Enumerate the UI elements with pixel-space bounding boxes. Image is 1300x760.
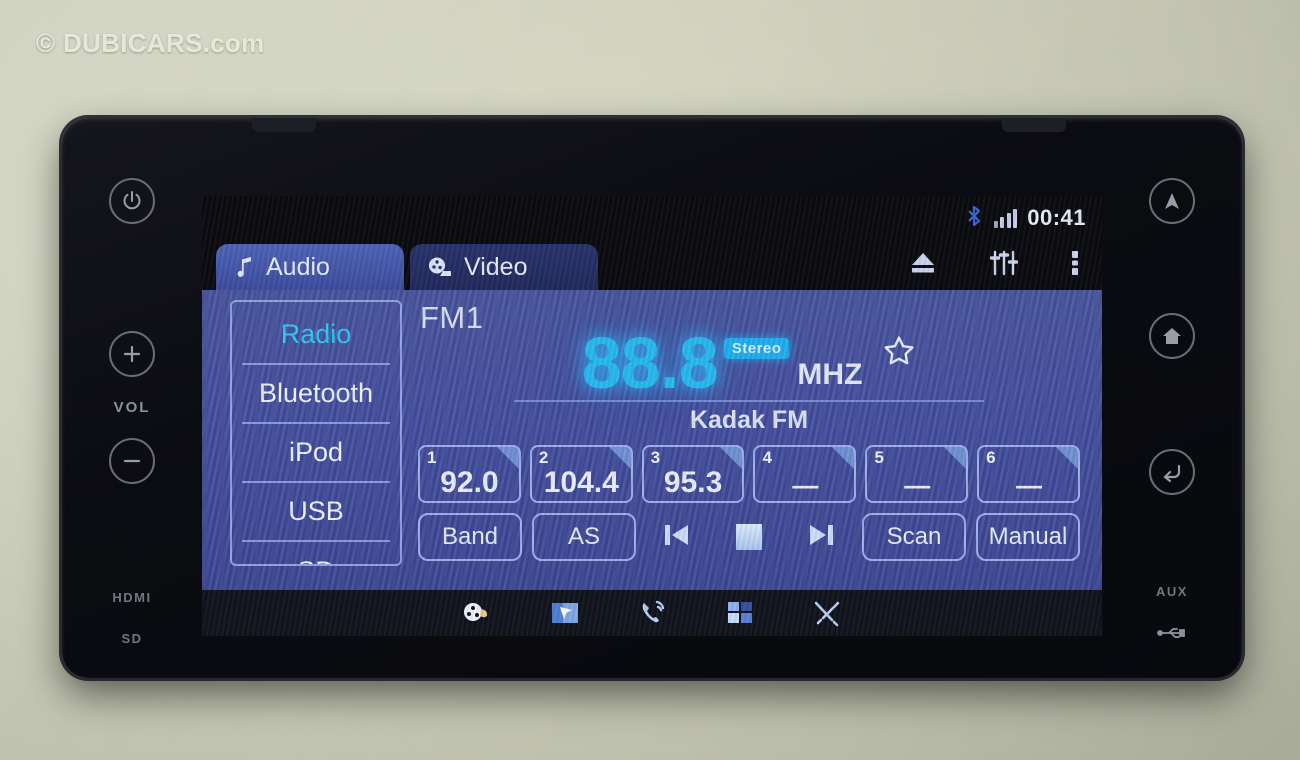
- stop-button[interactable]: [718, 524, 780, 551]
- bottom-dock: [202, 590, 1102, 636]
- equalizer-icon[interactable]: [989, 249, 1019, 282]
- source-item-radio[interactable]: Radio: [242, 306, 390, 365]
- source-item-ipod[interactable]: iPod: [242, 424, 390, 483]
- tab-video-label: Video: [464, 252, 528, 281]
- preset-button-2[interactable]: 2 104.4: [529, 445, 633, 504]
- star-outline-icon[interactable]: [882, 334, 916, 373]
- tab-video[interactable]: Video: [410, 244, 598, 290]
- frequency-display: 88.8 Stereo MHZ: [416, 324, 1082, 404]
- sd-slot-label: SD: [121, 631, 143, 646]
- source-list: Radio Bluetooth iPod USB SD: [230, 300, 402, 566]
- preset-row: 1 92.0 2 104.4 3 95.3 4 — 5 — 6 —: [416, 445, 1082, 504]
- home-button[interactable]: [1149, 313, 1195, 360]
- preset-corner-accent: [944, 447, 967, 470]
- phone-icon[interactable]: [638, 599, 668, 627]
- bluetooth-icon: [964, 204, 984, 233]
- stop-icon: [736, 524, 762, 551]
- more-options-icon[interactable]: [1070, 249, 1080, 282]
- preset-value: —: [1016, 470, 1042, 501]
- hdmi-port-label: HDMI: [112, 590, 152, 605]
- status-bar: 00:41: [202, 196, 1102, 240]
- film-reel-icon: [428, 256, 452, 278]
- preset-button-4[interactable]: 4 —: [753, 445, 857, 504]
- preset-value: 104.4: [543, 466, 619, 500]
- preset-button-5[interactable]: 5 —: [865, 445, 969, 504]
- preset-value: —: [792, 470, 818, 501]
- frequency-unit: MHZ: [797, 358, 863, 392]
- previous-track-button[interactable]: [646, 520, 708, 555]
- clock: 00:41: [1027, 205, 1086, 230]
- preset-number: 2: [538, 448, 549, 468]
- preset-number: 1: [427, 448, 437, 468]
- volume-label: VOL: [113, 398, 151, 416]
- station-name: Kadak FM: [689, 406, 809, 435]
- preset-number: 3: [650, 448, 661, 468]
- tuner-panel: FM1 88.8 Stereo MHZ Kadak FM 1 92.0 2 10…: [402, 290, 1102, 590]
- preset-number: 6: [986, 448, 996, 468]
- home-icon: [1160, 324, 1184, 348]
- eject-icon[interactable]: [908, 250, 938, 281]
- mount-notch-left: [252, 118, 316, 132]
- lcd-screen: 00:41 Audio Video Radio Bluetooth iPod U…: [202, 196, 1102, 636]
- main-stage: Radio Bluetooth iPod USB SD FM1 88.8 Ste…: [202, 290, 1102, 590]
- left-bezel: VOL HDMI SD: [62, 178, 202, 656]
- source-item-usb[interactable]: USB: [242, 483, 390, 542]
- top-action-group: [908, 249, 1102, 290]
- back-button[interactable]: [1149, 448, 1195, 495]
- source-item-bluetooth[interactable]: Bluetooth: [242, 365, 390, 424]
- mount-notch-right: [1002, 118, 1066, 132]
- preset-button-3[interactable]: 3 95.3: [641, 445, 745, 504]
- preset-number: 4: [762, 448, 772, 468]
- watermark: © DUBICARS.com: [36, 28, 265, 58]
- preset-button-1[interactable]: 1 92.0: [418, 445, 521, 504]
- music-note-icon: [234, 255, 254, 279]
- preset-corner-accent: [832, 447, 855, 470]
- transport-row: Band AS Scan Manual: [416, 513, 1082, 562]
- car-head-unit: VOL HDMI SD 00:41 Audio Video Radio Blue…: [62, 118, 1242, 678]
- tab-audio-label: Audio: [266, 252, 330, 281]
- previous-track-icon: [660, 520, 694, 555]
- preset-number: 5: [874, 448, 884, 468]
- media-icon[interactable]: [462, 600, 492, 626]
- preset-button-6[interactable]: 6 —: [977, 445, 1080, 504]
- next-track-button[interactable]: [790, 520, 852, 555]
- navigation-button[interactable]: [1149, 178, 1195, 224]
- preset-value: —: [904, 470, 930, 501]
- apps-grid-icon[interactable]: [726, 600, 754, 626]
- manual-button[interactable]: Manual: [976, 513, 1080, 562]
- preset-corner-accent: [720, 447, 743, 470]
- preset-value: 92.0: [440, 466, 499, 500]
- usb-icon: [1157, 625, 1187, 646]
- plus-icon: [120, 342, 144, 366]
- source-item-sd[interactable]: SD: [242, 542, 390, 564]
- station-name-row: Kadak FM: [514, 400, 984, 435]
- frequency-value: 88.8: [581, 324, 719, 404]
- scan-button[interactable]: Scan: [862, 513, 966, 562]
- tab-bar: Audio Video: [202, 240, 1102, 290]
- back-return-icon: [1159, 460, 1185, 484]
- volume-up-button[interactable]: [109, 330, 155, 377]
- minus-icon: [120, 449, 144, 473]
- preset-corner-accent: [496, 447, 519, 470]
- dashboard-surround: © DUBICARS.com VOL HDMI SD 00:41 Audio V…: [0, 0, 1300, 760]
- preset-value: 95.3: [663, 466, 723, 500]
- stereo-badge: Stereo: [723, 338, 790, 359]
- signal-bars-icon: [993, 208, 1018, 228]
- volume-down-button[interactable]: [109, 437, 155, 484]
- right-bezel: AUX: [1102, 178, 1242, 656]
- preset-corner-accent: [1055, 447, 1078, 470]
- nav-arrow-icon: [1160, 189, 1184, 213]
- tools-settings-icon[interactable]: [812, 599, 842, 627]
- band-button[interactable]: Band: [418, 513, 522, 562]
- auto-store-button[interactable]: AS: [532, 513, 636, 562]
- aux-port-label: AUX: [1156, 583, 1188, 599]
- power-button[interactable]: [109, 178, 155, 224]
- navigation-icon[interactable]: [550, 600, 580, 626]
- tab-audio[interactable]: Audio: [216, 244, 404, 290]
- next-track-icon: [804, 520, 838, 555]
- power-icon: [120, 189, 144, 213]
